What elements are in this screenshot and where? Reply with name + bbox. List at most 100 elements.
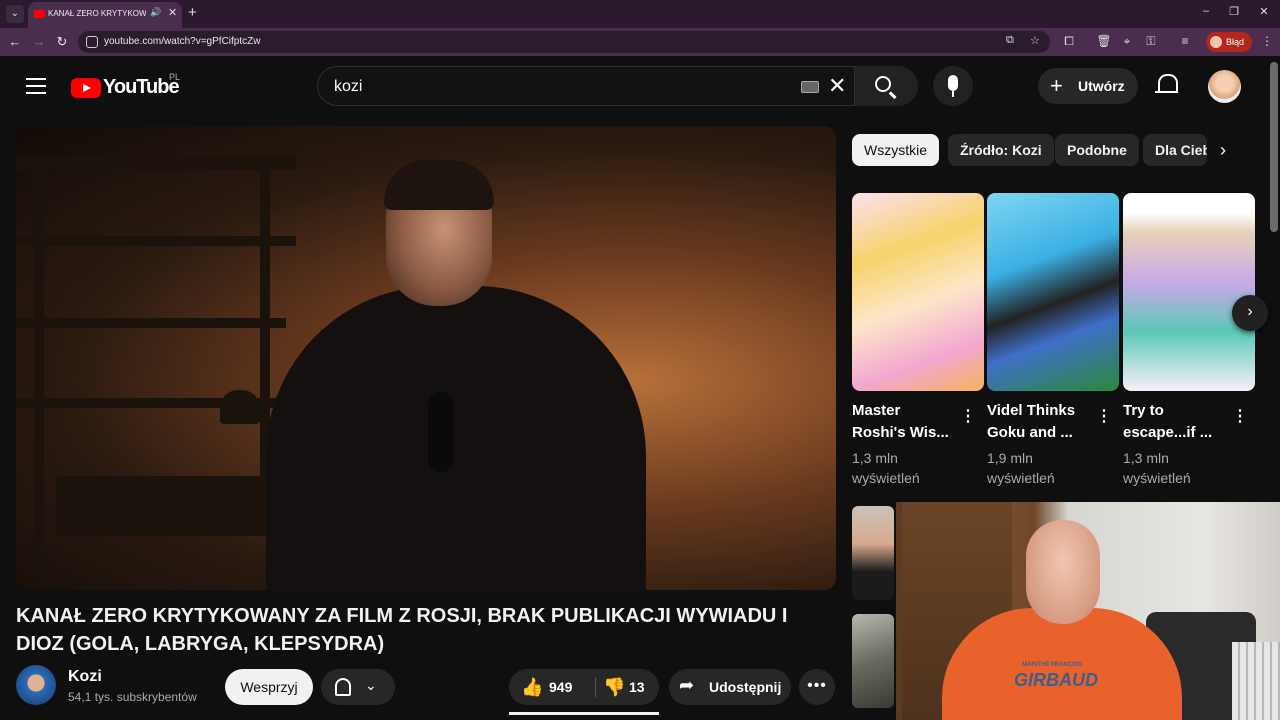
recommended-thumbnail[interactable] xyxy=(852,614,894,708)
webcam-overlay: MARITHE FRANCOIS GIRBAUD xyxy=(896,502,1280,720)
minimize-button[interactable]: – xyxy=(1194,5,1218,17)
radiator xyxy=(1232,642,1280,720)
shelf xyxy=(16,318,286,328)
key-icon[interactable]: ⚿ xyxy=(1142,34,1160,49)
tab-title: KANAŁ ZERO KRYTYKOWAN xyxy=(48,9,146,18)
chip-for-you[interactable]: Dla Ciebie xyxy=(1143,134,1207,166)
subscriber-count: 54,1 tys. subskrybentów xyxy=(68,690,197,704)
browser-toolbar: ← → ↻ youtube.com/watch?v=gPfCifptcZw ⧉ … xyxy=(0,28,1280,56)
bookmark-star-icon[interactable]: ☆ xyxy=(1030,34,1040,47)
channel-avatar[interactable] xyxy=(16,665,56,705)
site-info-icon[interactable] xyxy=(86,36,98,48)
short-title[interactable]: Videl Thinks Goku and ... xyxy=(987,400,1087,444)
shorts-next-button[interactable]: › xyxy=(1232,295,1268,331)
search-input[interactable]: kozi xyxy=(334,78,362,96)
country-code: PL xyxy=(169,72,181,82)
shelf xyxy=(16,156,296,170)
voice-search-mic-icon[interactable] xyxy=(933,66,973,106)
share-icon: ➦ xyxy=(679,675,695,695)
clear-search-icon[interactable]: ✕ xyxy=(828,73,846,99)
presenter-hair xyxy=(384,160,494,210)
browser-menu-icon[interactable]: ⋮ xyxy=(1258,34,1276,48)
like-dislike-group: 👍 949 👎 13 xyxy=(509,669,659,705)
trash-icon[interactable]: 🗑 xyxy=(1095,34,1113,48)
share-label: Udostępnij xyxy=(709,679,782,695)
reading-list-icon[interactable]: ≡ xyxy=(1176,34,1194,48)
youtube-logo[interactable]: YouTube xyxy=(71,76,181,100)
subscribe-notification-button[interactable]: ⌄ xyxy=(321,669,395,705)
tab-close-icon[interactable]: ✕ xyxy=(168,6,177,19)
page-scrollbar[interactable] xyxy=(1270,62,1278,232)
desk-object xyxy=(56,476,276,536)
browser-tab[interactable]: KANAŁ ZERO KRYTYKOWAN 🔊 ✕ xyxy=(28,2,182,28)
forward-icon[interactable]: → xyxy=(30,34,48,49)
youtube-favicon-icon xyxy=(34,10,45,18)
divider xyxy=(595,677,596,697)
profile-button[interactable]: Błąd xyxy=(1206,32,1252,52)
reload-icon[interactable]: ↻ xyxy=(53,34,71,50)
shelf-post xyxy=(34,156,44,576)
chip-similar[interactable]: Podobne xyxy=(1055,134,1139,166)
like-icon[interactable]: 👍 xyxy=(521,677,543,698)
browser-tabstrip: ⌄ KANAŁ ZERO KRYTYKOWAN 🔊 ✕ + – ❐ ✕ xyxy=(0,0,1280,28)
dislike-count[interactable]: 13 xyxy=(629,679,645,695)
chevron-down-icon: ⌄ xyxy=(365,677,377,693)
create-button[interactable]: + Utwórz xyxy=(1038,68,1138,104)
streamer-face xyxy=(1026,520,1100,624)
shirt-brand-text: GIRBAUD xyxy=(1014,670,1098,690)
chips-next-icon[interactable]: › xyxy=(1220,140,1226,161)
new-tab-button[interactable]: + xyxy=(188,4,197,21)
short-thumbnail[interactable] xyxy=(987,193,1119,391)
create-label: Utwórz xyxy=(1078,78,1125,94)
like-count[interactable]: 949 xyxy=(549,679,572,695)
extensions-icon[interactable]: ⧠ xyxy=(1060,34,1078,49)
address-bar[interactable]: youtube.com/watch?v=gPfCifptcZw ⧉ ☆ xyxy=(78,31,1050,53)
account-avatar[interactable] xyxy=(1208,70,1241,103)
back-icon[interactable]: ← xyxy=(6,34,24,49)
short-title[interactable]: Master Roshi's Wis... xyxy=(852,400,952,444)
video-title: KANAŁ ZERO KRYTYKOWANY ZA FILM Z ROSJI, … xyxy=(16,605,788,655)
youtube-header: YouTube PL kozi ✕ + Utwórz xyxy=(0,56,1280,118)
recommended-thumbnail[interactable] xyxy=(852,506,894,600)
short-more-icon[interactable]: ⋮ xyxy=(1232,406,1248,426)
search-box[interactable]: kozi ✕ xyxy=(317,66,918,106)
shirt-small-text: MARITHE FRANCOIS xyxy=(1022,662,1083,668)
short-views: 1,3 mln wyświetleń xyxy=(852,450,920,486)
search-icon xyxy=(875,76,891,92)
short-views: 1,3 mln wyświetleń xyxy=(1123,450,1191,486)
short-thumbnail[interactable] xyxy=(1123,193,1255,391)
plant-pot xyxy=(220,390,260,424)
bell-icon xyxy=(335,678,351,696)
profile-avatar xyxy=(1210,36,1222,48)
location-icon[interactable]: ⌖ xyxy=(1118,34,1136,49)
search-button[interactable] xyxy=(854,66,918,106)
short-views: 1,9 mln wyświetleń xyxy=(987,450,1055,486)
tab-search-button[interactable]: ⌄ xyxy=(6,5,24,23)
audio-icon[interactable]: 🔊 xyxy=(150,7,161,18)
share-button[interactable]: ➦ Udostępnij xyxy=(669,669,791,705)
logo-text: YouTube xyxy=(103,76,180,98)
channel-name[interactable]: Kozi xyxy=(68,668,102,686)
chip-source-kozi[interactable]: Źródło: Kozi xyxy=(948,134,1054,166)
window-close-button[interactable]: ✕ xyxy=(1252,5,1276,18)
scroll-indicator xyxy=(509,712,659,715)
notifications-bell-icon[interactable] xyxy=(1155,74,1178,98)
more-actions-button[interactable]: ••• xyxy=(799,669,835,705)
plus-icon: + xyxy=(1050,73,1063,98)
dislike-icon[interactable]: 👎 xyxy=(603,677,625,698)
url-text: youtube.com/watch?v=gPfCifptcZw xyxy=(104,36,261,47)
microphone xyxy=(428,392,454,472)
short-thumbnail[interactable] xyxy=(852,193,984,391)
maximize-button[interactable]: ❐ xyxy=(1222,5,1246,18)
short-title[interactable]: Try to escape...if ... xyxy=(1123,400,1223,444)
support-button[interactable]: Wesprzyj xyxy=(225,669,313,705)
keyboard-icon[interactable] xyxy=(801,81,819,93)
menu-icon[interactable] xyxy=(26,78,46,94)
shelf xyxy=(16,236,296,246)
video-player[interactable] xyxy=(16,126,836,590)
cast-icon[interactable]: ⧉ xyxy=(1006,34,1014,47)
chip-all[interactable]: Wszystkie xyxy=(852,134,939,166)
profile-label: Błąd xyxy=(1226,37,1245,47)
short-more-icon[interactable]: ⋮ xyxy=(960,406,976,426)
short-more-icon[interactable]: ⋮ xyxy=(1096,406,1112,426)
